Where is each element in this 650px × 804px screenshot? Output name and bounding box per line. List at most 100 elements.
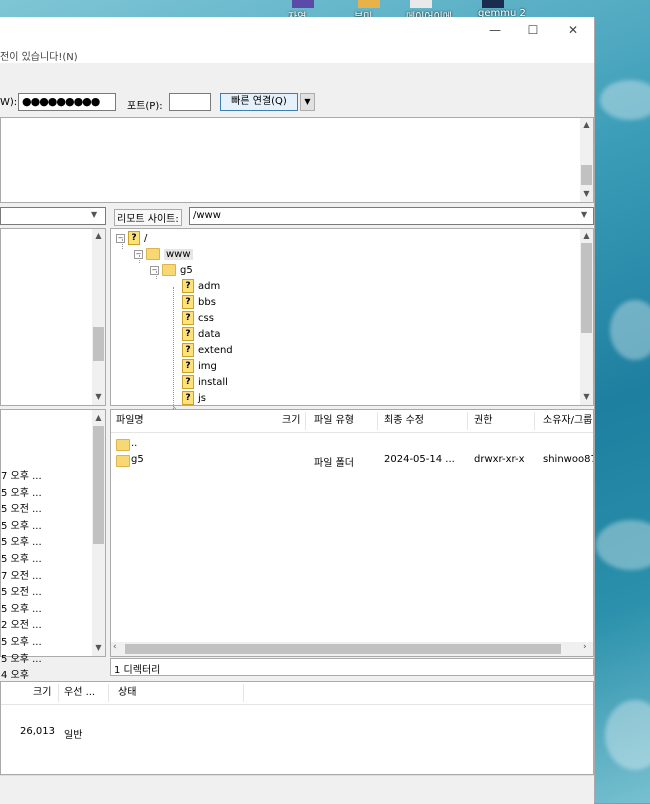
column-divider[interactable] bbox=[534, 412, 535, 430]
menu-item-new-version[interactable]: 전이 있습니다!(N) bbox=[0, 48, 78, 63]
column-header-size[interactable]: 크기 bbox=[282, 410, 300, 432]
remote-path-input[interactable]: /www bbox=[189, 207, 594, 225]
file-row[interactable]: .. bbox=[111, 436, 593, 452]
wave-highlight bbox=[610, 300, 650, 360]
column-header-modified[interactable]: 최종 수정 bbox=[384, 410, 424, 432]
queue-header-priority[interactable]: 우선 ... bbox=[64, 682, 95, 704]
local-file-date[interactable]: 5 오전 ... bbox=[1, 583, 42, 598]
queue-header-status[interactable]: 상태 bbox=[118, 682, 136, 704]
tree-node-label: install bbox=[198, 377, 228, 388]
quickconnect-dropdown-icon[interactable]: ▼ bbox=[300, 93, 315, 111]
scroll-up-icon[interactable]: ▲ bbox=[580, 230, 593, 242]
local-file-date[interactable]: 5 오후 ... bbox=[1, 533, 42, 548]
scroll-down-icon[interactable]: ▼ bbox=[580, 188, 593, 200]
local-file-date[interactable]: 5 오후 ... bbox=[1, 600, 42, 615]
tree-node-root[interactable]: −? / bbox=[116, 231, 147, 247]
desktop-shortcut-icon[interactable] bbox=[292, 0, 314, 8]
scroll-thumb[interactable] bbox=[581, 165, 592, 185]
wave-highlight bbox=[596, 520, 650, 570]
quickconnect-button[interactable]: 빠른 연결(Q) bbox=[220, 93, 298, 111]
tree-node-data[interactable]: ? data bbox=[182, 327, 221, 343]
local-path-dropdown-icon[interactable]: ▼ bbox=[91, 210, 97, 219]
collapse-icon[interactable]: − bbox=[150, 265, 159, 275]
scroll-thumb[interactable] bbox=[125, 644, 561, 654]
tree-node-img[interactable]: ? img bbox=[182, 359, 217, 375]
tree-node-install[interactable]: ? install bbox=[182, 375, 228, 391]
port-input[interactable] bbox=[169, 93, 211, 111]
tree-node-www[interactable]: − www bbox=[134, 247, 193, 263]
scroll-left-icon[interactable]: ‹ bbox=[113, 642, 117, 652]
local-file-date[interactable]: 7 오전 ... bbox=[1, 567, 42, 582]
local-file-date[interactable]: 7 오후 ... bbox=[1, 467, 42, 482]
unknown-folder-icon: ? bbox=[182, 311, 194, 325]
filezilla-window: — ☐ ✕ 전이 있습니다!(N) W): ●●●●●●●●● 포트(P): 빠… bbox=[0, 17, 595, 804]
scroll-up-icon[interactable]: ▲ bbox=[92, 230, 105, 242]
tree-node-extend[interactable]: ? extend bbox=[182, 343, 233, 359]
tree-node-label: / bbox=[144, 233, 148, 244]
scroll-thumb[interactable] bbox=[93, 327, 104, 361]
folder-icon bbox=[116, 455, 130, 467]
tree-node-css[interactable]: ? css bbox=[182, 311, 214, 327]
scroll-up-icon[interactable]: ▲ bbox=[580, 119, 593, 131]
file-modified: 2024-05-14 ... bbox=[384, 454, 455, 465]
tree-node-js[interactable]: ? js bbox=[182, 391, 206, 407]
local-file-date[interactable]: 5 오전 ... bbox=[1, 500, 42, 515]
remote-list-hscrollbar[interactable]: ‹ › bbox=[111, 642, 593, 656]
local-file-date[interactable]: 2 오전 ... bbox=[1, 616, 42, 631]
column-divider[interactable] bbox=[243, 684, 244, 702]
file-row[interactable]: g5 파일 폴더 2024-05-14 ... drwxr-xr-x shinwoo87 bbox=[111, 452, 593, 469]
local-file-date[interactable]: 5 오후 ... bbox=[1, 650, 42, 665]
bottom-tabs-area bbox=[0, 775, 594, 804]
local-file-date[interactable]: 4 오후 bbox=[1, 666, 29, 681]
scroll-thumb[interactable] bbox=[93, 426, 104, 544]
collapse-icon[interactable]: − bbox=[116, 233, 125, 243]
desktop-shortcut-icon[interactable] bbox=[482, 0, 504, 8]
tree-node-label: js bbox=[198, 393, 206, 404]
transfer-queue: 크기 우선 ... 상태 26,013 일반 bbox=[0, 681, 594, 775]
maximize-icon[interactable]: ☐ bbox=[523, 22, 543, 38]
unknown-folder-icon: ? bbox=[182, 295, 194, 309]
column-header-owner[interactable]: 소유자/그룹 bbox=[543, 410, 593, 432]
tree-node-label: img bbox=[198, 361, 217, 372]
tree-node-label: extend bbox=[198, 345, 233, 356]
local-file-date[interactable]: 5 오후 ... bbox=[1, 484, 42, 499]
column-divider[interactable] bbox=[377, 412, 378, 430]
log-scrollbar[interactable]: ▲ ▼ bbox=[580, 118, 593, 202]
password-label: W): bbox=[0, 97, 18, 108]
column-headers: 파일명 ⌃ 크기 파일 유형 최종 수정 권한 소유자/그룹 bbox=[111, 406, 593, 433]
queue-size: 26,013 bbox=[20, 726, 55, 737]
quickconnect-bar: W): ●●●●●●●●● 포트(P): 빠른 연결(Q) ▼ bbox=[0, 89, 594, 117]
scroll-up-icon[interactable]: ▲ bbox=[92, 412, 105, 424]
scroll-right-icon[interactable]: › bbox=[583, 642, 587, 652]
title-bar[interactable]: — ☐ ✕ bbox=[0, 17, 594, 45]
local-tree-scrollbar[interactable]: ▲ ▼ bbox=[92, 229, 105, 405]
queue-header-size[interactable]: 크기 bbox=[33, 682, 51, 704]
scroll-down-icon[interactable]: ▼ bbox=[580, 391, 593, 403]
password-input[interactable]: ●●●●●●●●● bbox=[18, 93, 116, 111]
remote-tree-scrollbar[interactable]: ▲ ▼ bbox=[580, 229, 593, 405]
desktop-shortcut-icon[interactable] bbox=[410, 0, 432, 8]
local-tree: ▲ ▼ bbox=[0, 228, 106, 406]
tree-node-bbs[interactable]: ? bbs bbox=[182, 295, 216, 311]
scroll-thumb[interactable] bbox=[581, 243, 592, 333]
column-divider[interactable] bbox=[305, 412, 306, 430]
column-divider[interactable] bbox=[467, 412, 468, 430]
column-header-permissions[interactable]: 권한 bbox=[474, 410, 492, 432]
unknown-folder-icon: ? bbox=[182, 391, 194, 405]
column-divider[interactable] bbox=[108, 684, 109, 702]
tree-node-adm[interactable]: ? adm bbox=[182, 279, 220, 295]
local-file-date[interactable]: 5 오후 ... bbox=[1, 633, 42, 648]
column-divider[interactable] bbox=[58, 684, 59, 702]
remote-path-dropdown-icon[interactable]: ▼ bbox=[581, 210, 587, 219]
local-file-date[interactable]: 5 오후 ... bbox=[1, 550, 42, 565]
local-file-date[interactable]: 5 오후 ... bbox=[1, 517, 42, 532]
close-icon[interactable]: ✕ bbox=[563, 22, 583, 38]
tree-node-label: g5 bbox=[180, 265, 193, 276]
column-header-type[interactable]: 파일 유형 bbox=[314, 410, 354, 432]
minimize-icon[interactable]: — bbox=[485, 22, 505, 38]
column-header-filename[interactable]: 파일명 bbox=[116, 410, 144, 432]
scroll-down-icon[interactable]: ▼ bbox=[92, 642, 105, 654]
desktop-shortcut-icon[interactable] bbox=[358, 0, 380, 8]
local-list-scrollbar[interactable]: ▲ ▼ bbox=[92, 410, 105, 656]
scroll-down-icon[interactable]: ▼ bbox=[92, 391, 105, 403]
